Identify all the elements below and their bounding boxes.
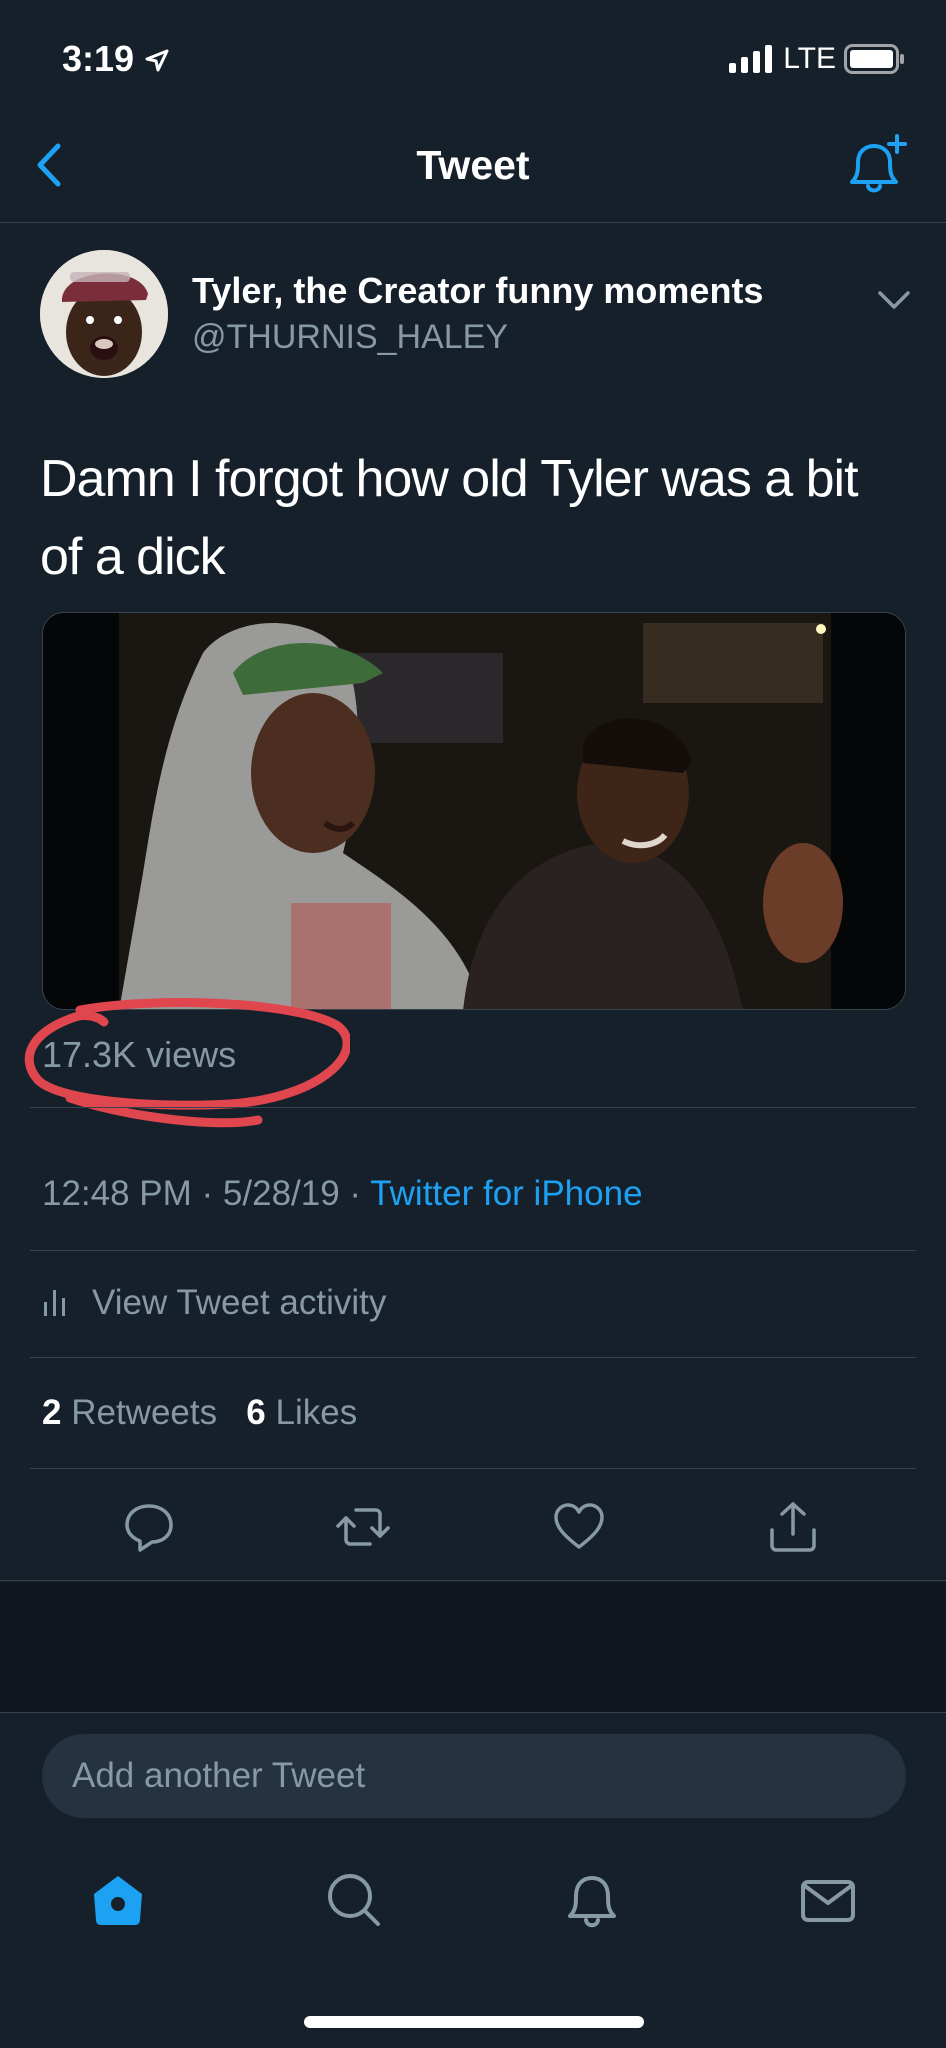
- retweets-link[interactable]: 2 Retweets: [42, 1393, 217, 1432]
- location-arrow-icon: [145, 49, 169, 72]
- tab-search[interactable]: [324, 1870, 384, 1930]
- share-button[interactable]: [766, 1500, 820, 1554]
- activity-divider: [30, 1357, 916, 1358]
- like-button[interactable]: [552, 1500, 606, 1554]
- engagement-counts: 2 Retweets 6 Likes: [42, 1393, 357, 1433]
- nav-divider: [0, 222, 946, 223]
- status-time: 3:19: [62, 38, 170, 80]
- author-handle[interactable]: @THURNIS_HALEY: [192, 318, 508, 357]
- tweet-text: Damn I forgot how old Tyler was a bit of…: [40, 450, 859, 586]
- tweet-time: 12:48 PM: [42, 1174, 192, 1213]
- bar-chart-icon: [44, 1290, 65, 1316]
- tab-home[interactable]: [88, 1870, 148, 1930]
- battery-icon: [844, 44, 904, 74]
- reply-input[interactable]: Add another Tweet: [42, 1734, 906, 1818]
- tweet-source-link[interactable]: Twitter for iPhone: [370, 1174, 642, 1213]
- tweet-metadata: 12:48 PM · 5/28/19 · Twitter for iPhone: [42, 1174, 643, 1213]
- messages-icon: [801, 1880, 855, 1922]
- author-avatar[interactable]: [40, 250, 168, 378]
- video-thumbnail: [43, 613, 905, 1009]
- reply-button[interactable]: [122, 1500, 176, 1554]
- retweets-count: 2: [42, 1393, 62, 1432]
- view-tweet-activity-button[interactable]: View Tweet activity: [42, 1283, 386, 1323]
- reply-divider: [0, 1712, 946, 1713]
- tweet-video[interactable]: [42, 612, 906, 1010]
- retweets-label: Retweets: [71, 1393, 218, 1432]
- tweet-date: 5/28/19: [222, 1174, 340, 1213]
- tweet-options-button[interactable]: [876, 288, 912, 312]
- share-icon: [770, 1502, 816, 1552]
- bell-plus-icon: [850, 134, 907, 193]
- conversation-gap: [0, 1582, 946, 1712]
- likes-count: 6: [246, 1393, 266, 1432]
- search-icon: [328, 1874, 380, 1926]
- activity-label: View Tweet activity: [92, 1283, 387, 1322]
- likes-link[interactable]: 6 Likes: [246, 1393, 357, 1432]
- notification-subscribe-button[interactable]: [840, 130, 910, 200]
- actions-divider: [0, 1580, 946, 1581]
- tab-notifications[interactable]: [562, 1870, 622, 1930]
- retweet-icon: [336, 1508, 390, 1546]
- home-indicator: [304, 2016, 644, 2028]
- chevron-down-icon: [878, 291, 910, 309]
- tab-messages[interactable]: [798, 1870, 858, 1930]
- views-divider: [30, 1107, 916, 1108]
- avatar-image: [40, 250, 168, 378]
- counts-divider: [30, 1468, 916, 1469]
- notifications-icon: [568, 1876, 616, 1928]
- author-name[interactable]: Tyler, the Creator funny moments: [192, 270, 763, 312]
- reply-icon: [125, 1504, 173, 1552]
- like-icon: [554, 1503, 604, 1549]
- retweet-button[interactable]: [336, 1500, 390, 1554]
- signal-icon: [729, 45, 773, 73]
- meta-divider: [30, 1250, 916, 1251]
- network-label: LTE: [783, 42, 836, 75]
- likes-label: Likes: [275, 1393, 358, 1432]
- annotation-circle: [20, 998, 350, 1138]
- page-title: Tweet: [416, 142, 530, 188]
- status-indicators: LTE: [729, 42, 906, 76]
- home-icon: [94, 1876, 142, 1925]
